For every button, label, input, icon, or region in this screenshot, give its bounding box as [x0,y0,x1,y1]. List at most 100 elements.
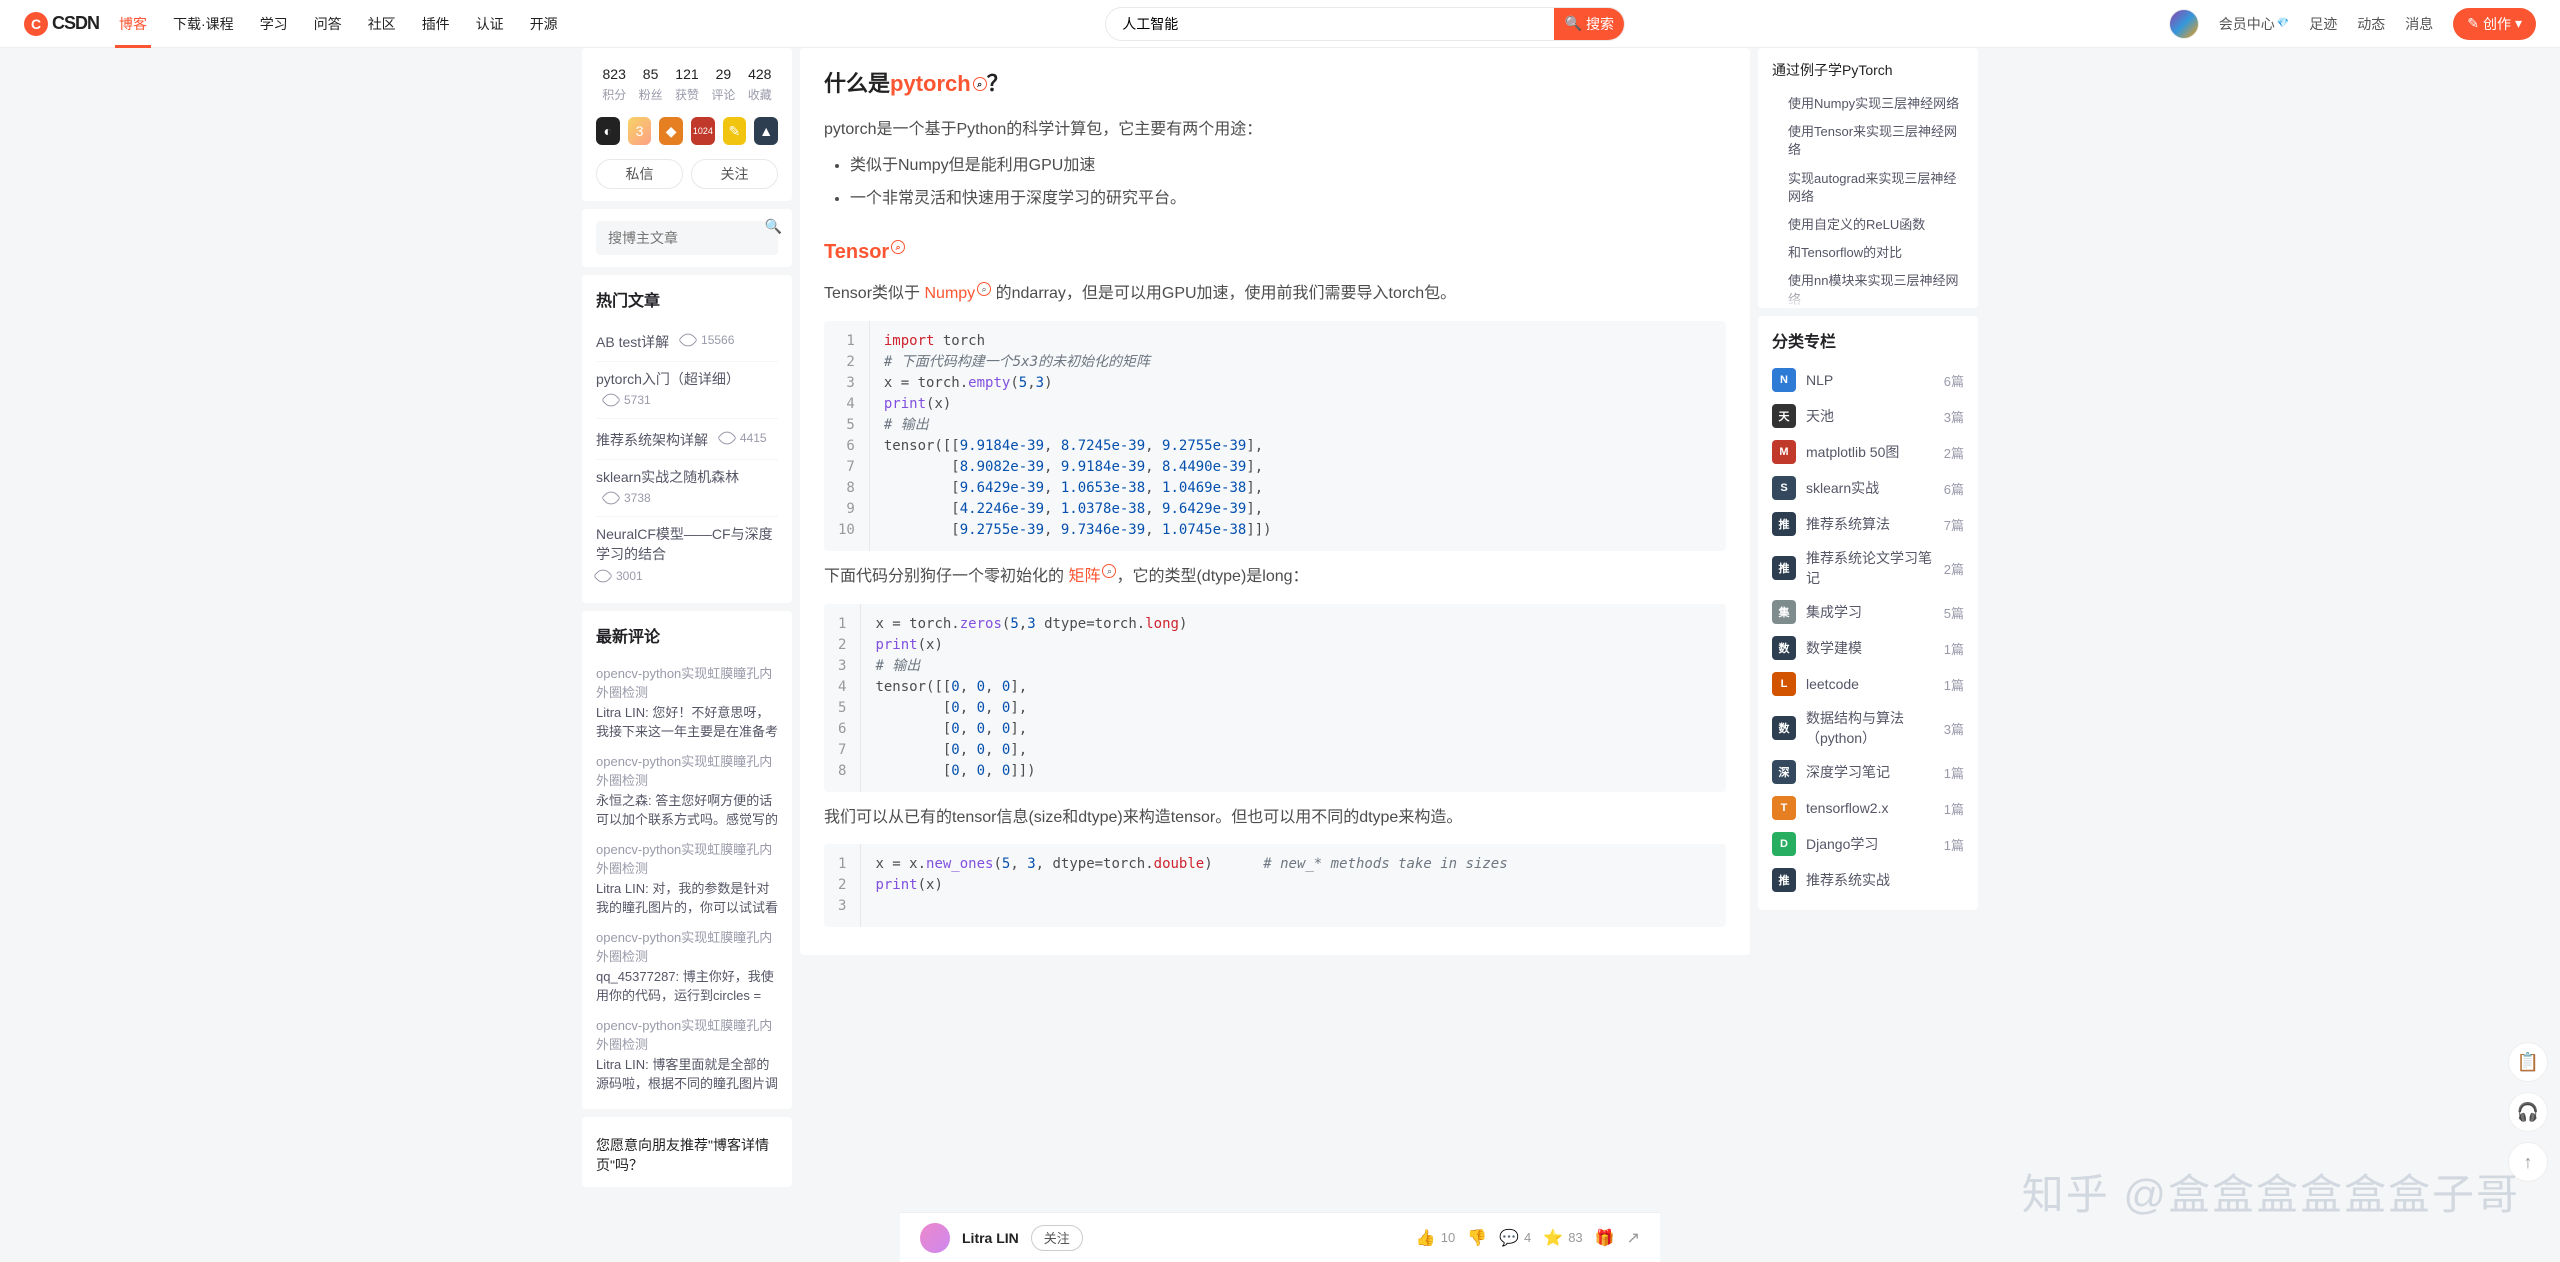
category-count: 2篇 [1944,559,1964,578]
hot-item-title[interactable]: AB test详解 [596,334,669,350]
hot-article-item[interactable]: pytorch入门（超详细） 5731 [596,362,778,420]
badge-rocket-icon[interactable]: ▲ [754,117,778,145]
category-row[interactable]: 集集成学习5篇 [1772,594,1964,630]
reward-action[interactable]: 🎁 [1595,1228,1615,1248]
toc-item[interactable]: 使用Numpy实现三层神经网络 [1772,90,1964,118]
category-row[interactable]: Ssklearn实战6篇 [1772,470,1964,506]
hot-article-item[interactable]: 推荐系统架构详解 4415 [596,419,778,460]
category-row[interactable]: 推推荐系统论文学习笔记2篇 [1772,542,1964,594]
create-button[interactable]: ✎ 创作 ▾ [2453,8,2536,40]
thumbs-up-icon: 👍 [1416,1228,1436,1248]
nav-download[interactable]: 下载·课程 [169,14,238,34]
eye-icon [601,488,621,508]
category-name: tensorflow2.x [1806,800,1934,816]
hot-item-title[interactable]: sklearn实战之随机森林 [596,469,739,485]
hot-item-title[interactable]: NeuralCF模型——CF与深度学习的结合 [596,525,778,564]
category-row[interactable]: Mmatplotlib 50图2篇 [1772,434,1964,470]
stat-likes[interactable]: 121获赞 [675,66,699,103]
toc-item[interactable]: 使用自定义的ReLU函数 [1772,211,1964,239]
badge-box-icon[interactable]: ◆ [659,117,683,145]
messages-link[interactable]: 消息 [2405,14,2433,34]
search-hint-icon[interactable]: ⌕ [891,240,905,254]
user-avatar[interactable] [2169,9,2199,39]
follow-button[interactable]: 关注 [1031,1225,1083,1251]
comment-item[interactable]: opencv-python实现虹膜瞳孔内外圈检测qq_45377287: 博主你… [596,921,778,1009]
category-icon: 集 [1772,600,1796,624]
article-body: 什么是 pytorch⌕ ？ pytorch是一个基于Python的科学计算包，… [800,48,1750,955]
hot-item-title[interactable]: 推荐系统架构详解 [596,432,708,448]
comment-item[interactable]: opencv-python实现虹膜瞳孔内外圈检测永恒之森: 答主您好啊方便的话可… [596,745,778,833]
comment-item[interactable]: opencv-python实现虹膜瞳孔内外圈检测Litra LIN: 您好！不好… [596,657,778,745]
nav-community[interactable]: 社区 [364,14,400,34]
category-row[interactable]: 数数据结构与算法（python）3篇 [1772,702,1964,754]
feedback-button[interactable]: 📋 [2508,1042,2548,1082]
stat-comments[interactable]: 29评论 [711,66,735,103]
search-hint-icon[interactable]: ⌕ [977,282,991,296]
category-row[interactable]: 推推荐系统实战 [1772,862,1964,898]
hot-article-item[interactable]: NeuralCF模型——CF与深度学习的结合3001 [596,517,778,590]
stat-points[interactable]: 823积分 [602,66,626,103]
category-row[interactable]: Ttensorflow2.x1篇 [1772,790,1964,826]
keyword-numpy[interactable]: Numpy [924,285,975,302]
category-icon: L [1772,672,1796,696]
logo[interactable]: C CSDN [24,12,99,36]
stat-favs[interactable]: 428收藏 [748,66,772,103]
support-button[interactable]: 🎧 [2508,1092,2548,1132]
author-avatar[interactable] [920,1223,950,1253]
category-row[interactable]: Lleetcode1篇 [1772,666,1964,702]
share-action[interactable]: ↗ [1627,1228,1640,1248]
search-hint-icon[interactable]: ⌕ [1102,564,1116,578]
nav-blog[interactable]: 博客 [115,14,151,34]
follow-author-button[interactable]: 关注 [691,159,778,189]
comment-body: Litra LIN: 您好！不好意思呀，我接下来这一年主要是在准备考研复习，会暂… [596,703,778,739]
star-action[interactable]: ⭐83 [1543,1228,1582,1248]
keyword-pytorch[interactable]: pytorch [890,64,971,104]
search-button[interactable]: 🔍 搜索 [1554,8,1624,40]
category-row[interactable]: DDjango学习1篇 [1772,826,1964,862]
comment-source: opencv-python实现虹膜瞳孔内外圈检测 [596,751,778,789]
nav-opensource[interactable]: 开源 [526,14,562,34]
vip-center[interactable]: 会员中心💎 [2219,14,2289,34]
badge-1024-icon[interactable]: 1024 [691,117,715,145]
like-action[interactable]: 👍10 [1416,1228,1455,1248]
star-icon: ⭐ [1543,1228,1563,1248]
headset-icon: 🎧 [2517,1102,2539,1123]
toc-card: 通过例子学PyTorch 使用Numpy实现三层神经网络使用Tensor来实现三… [1758,48,1978,308]
logo-text: CSDN [52,13,99,34]
toc-title[interactable]: 通过例子学PyTorch [1772,60,1964,80]
category-row[interactable]: 数数学建模1篇 [1772,630,1964,666]
toc-item[interactable]: 使用Tensor来实现三层神经网络 [1772,118,1964,164]
keyword-matrix[interactable]: 矩阵 [1068,568,1100,585]
nav-qa[interactable]: 问答 [310,14,346,34]
stat-fans[interactable]: 85粉丝 [639,66,663,103]
hot-article-item[interactable]: sklearn实战之随机森林 3738 [596,460,778,518]
history-link[interactable]: 足迹 [2309,14,2337,34]
search-author-input[interactable] [596,221,778,255]
category-row[interactable]: 深深度学习笔记1篇 [1772,754,1964,790]
scroll-top-button[interactable]: ↑ [2508,1142,2548,1182]
toc-item[interactable]: 和Tensorflow的对比 [1772,239,1964,267]
category-row[interactable]: 推推荐系统算法7篇 [1772,506,1964,542]
private-msg-button[interactable]: 私信 [596,159,683,189]
toc-item[interactable]: 实现autograd来实现三层神经网络 [1772,165,1964,211]
search-icon[interactable]: 🔍 [765,218,782,235]
comment-action[interactable]: 💬4 [1499,1228,1531,1248]
category-row[interactable]: NNLP6篇 [1772,362,1964,398]
hot-article-item[interactable]: AB test详解 15566 [596,321,778,362]
nav-plugin[interactable]: 插件 [418,14,454,34]
comment-item[interactable]: opencv-python实现虹膜瞳孔内外圈检测Litra LIN: 博客里面就… [596,1009,778,1097]
nav-cert[interactable]: 认证 [472,14,508,34]
badge-lv3-icon[interactable]: 3 [628,117,652,145]
article-h1: 什么是 pytorch⌕ ？ [824,64,1726,104]
search-hint-icon[interactable]: ⌕ [973,77,987,91]
feed-link[interactable]: 动态 [2357,14,2385,34]
dislike-action[interactable]: 👎 [1467,1228,1487,1248]
badge-github-icon[interactable]: ◐ [596,117,620,145]
author-name[interactable]: Litra LIN [962,1230,1019,1246]
search-input[interactable] [1106,8,1554,40]
nav-learn[interactable]: 学习 [256,14,292,34]
hot-item-title[interactable]: pytorch入门（超详细） [596,371,740,387]
badge-pen-icon[interactable]: ✎ [723,117,747,145]
category-row[interactable]: 天天池3篇 [1772,398,1964,434]
comment-item[interactable]: opencv-python实现虹膜瞳孔内外圈检测Litra LIN: 对，我的参… [596,833,778,921]
